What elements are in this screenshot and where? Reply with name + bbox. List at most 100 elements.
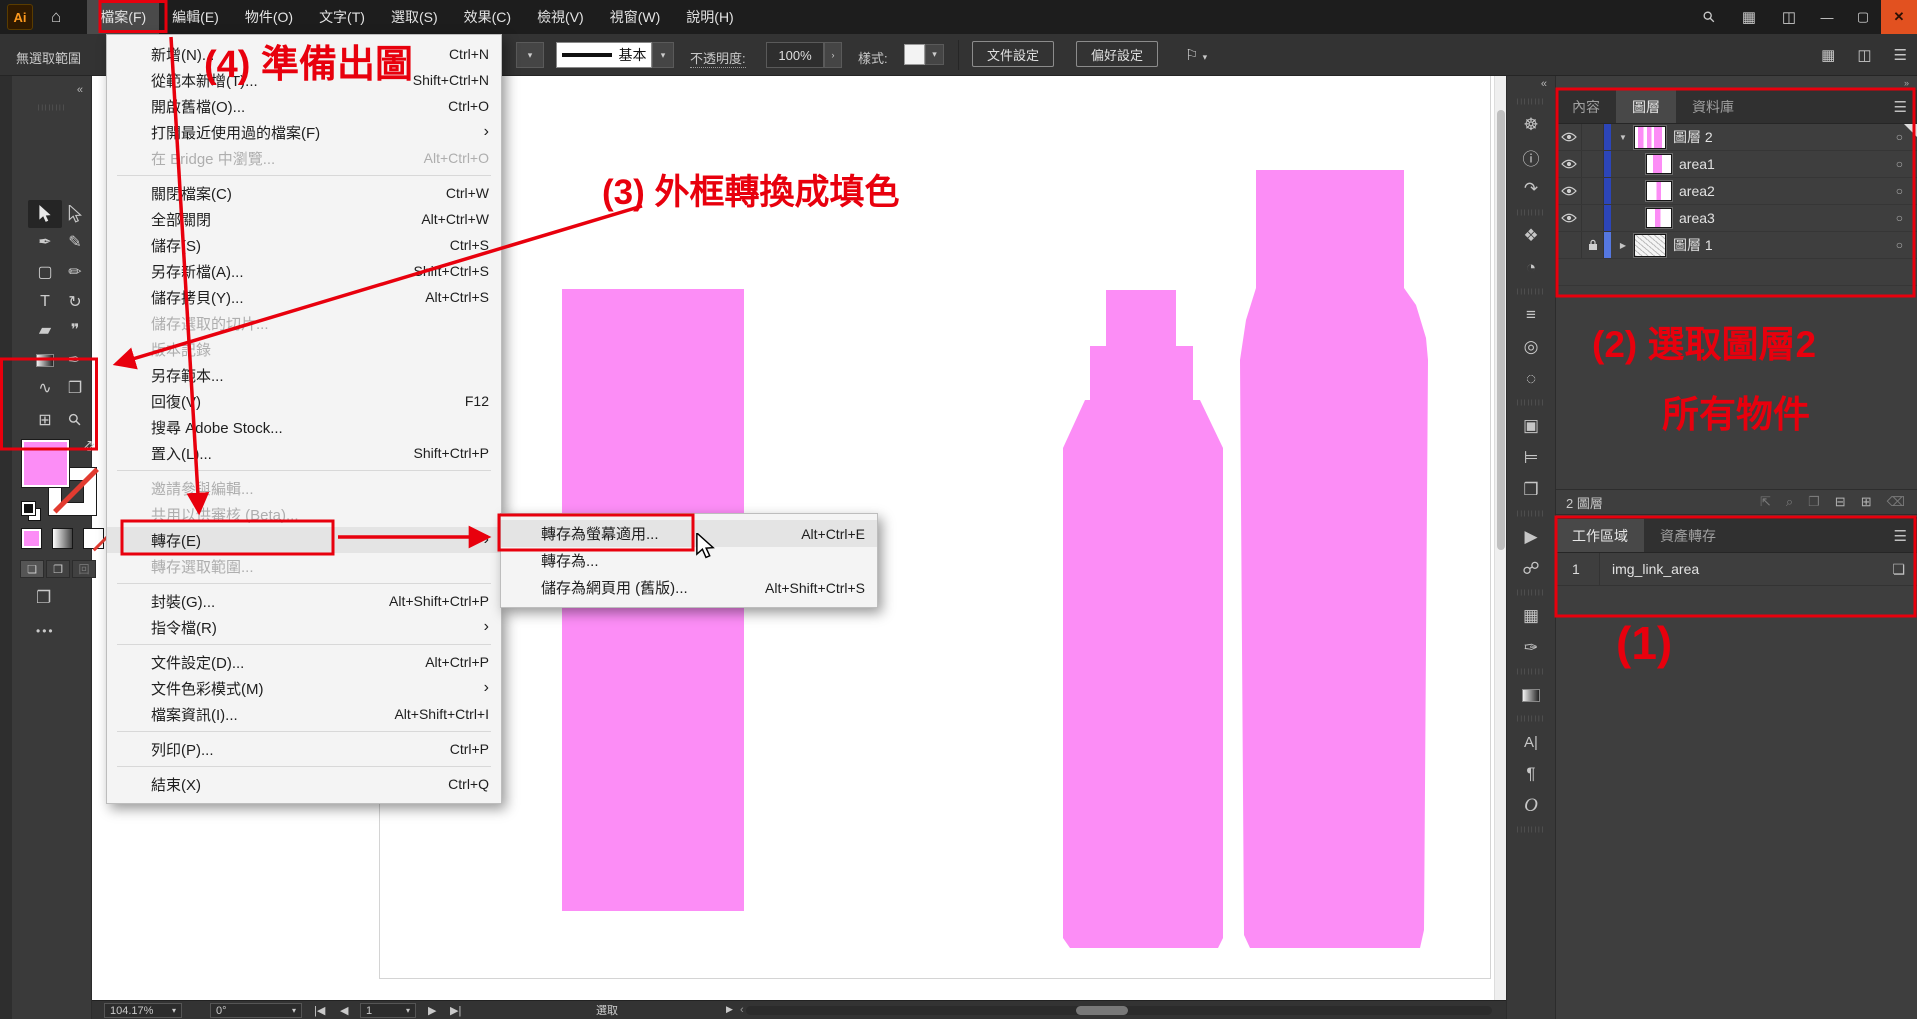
- pathfinder-icon[interactable]: ❒: [1507, 474, 1555, 506]
- stroke-icon[interactable]: ≡: [1507, 299, 1555, 331]
- file-menu-item[interactable]: 開啟舊檔(O)...Ctrl+O: [107, 93, 501, 119]
- opacity-input[interactable]: 100%: [766, 42, 824, 68]
- file-menu-item[interactable]: 文件色彩模式(M)›: [107, 675, 501, 701]
- style-swatch[interactable]: [904, 44, 925, 65]
- rotation-dropdown[interactable]: 0°▾: [210, 1003, 302, 1018]
- layers-menu-icon[interactable]: ☰: [1894, 90, 1917, 123]
- vertical-scrollbar[interactable]: [1494, 76, 1506, 1000]
- file-menu-item[interactable]: 回復(V)F12: [107, 388, 501, 414]
- layer-name-label[interactable]: 圖層 1: [1673, 235, 1713, 255]
- file-menu-item[interactable]: 置入(L)...Shift+Ctrl+P: [107, 440, 501, 466]
- close-button[interactable]: ✕: [1881, 0, 1917, 34]
- opentype-icon[interactable]: O: [1507, 790, 1555, 822]
- zoom-level-dropdown[interactable]: 104.17%▾: [104, 1003, 182, 1018]
- width-tool-icon[interactable]: ∿: [28, 374, 62, 402]
- layer-target-icon[interactable]: ○: [1896, 211, 1903, 225]
- vertical-scrollbar-thumb[interactable]: [1497, 110, 1505, 550]
- arrange-windows-icon[interactable]: ◫: [1769, 8, 1809, 26]
- status-expand-icon[interactable]: ▶: [726, 1004, 733, 1015]
- artboard-page-icon[interactable]: ❏: [1892, 561, 1917, 578]
- collect-for-export-icon[interactable]: ⇱: [1760, 494, 1771, 510]
- artboards-icon[interactable]: ▦: [1507, 600, 1555, 632]
- swatches-icon[interactable]: ❖: [1507, 220, 1555, 252]
- selection-tool-icon[interactable]: [28, 200, 62, 228]
- export-submenu-item[interactable]: 轉存為...: [501, 547, 877, 574]
- visibility-eye-icon[interactable]: [1556, 151, 1582, 177]
- direct-selection-tool-icon[interactable]: [58, 200, 92, 228]
- file-menu-item[interactable]: 另存範本...: [107, 362, 501, 388]
- export-submenu-item[interactable]: 轉存為螢幕適用...Alt+Ctrl+E: [501, 520, 877, 547]
- draw-behind-mode-icon[interactable]: ❐: [46, 560, 70, 578]
- style-chevron-icon[interactable]: ▾: [925, 44, 944, 65]
- comment-tool-icon[interactable]: ❞: [58, 316, 92, 344]
- draw-inside-mode-icon[interactable]: 回: [72, 560, 96, 578]
- first-artboard-button[interactable]: |◀: [314, 1004, 325, 1017]
- new-layer-icon[interactable]: ⊞: [1861, 494, 1872, 510]
- workspace-grid-icon[interactable]: ▦: [1729, 8, 1769, 26]
- transform-icon[interactable]: ▣: [1507, 410, 1555, 442]
- menubar-item-檔案(F)[interactable]: 檔案(F): [87, 0, 159, 34]
- character-icon[interactable]: A|: [1507, 726, 1555, 758]
- file-menu-item[interactable]: 另存新檔(A)...Shift+Ctrl+S: [107, 258, 501, 284]
- file-menu-item[interactable]: 從範本新增(T)...Shift+Ctrl+N: [107, 67, 501, 93]
- lock-icon[interactable]: [1582, 232, 1604, 258]
- align-icon[interactable]: ⊨: [1507, 442, 1555, 474]
- home-icon[interactable]: ⌂: [51, 7, 61, 27]
- layers-tab-圖層[interactable]: 圖層: [1616, 90, 1676, 123]
- rotate-tool-icon[interactable]: ↻: [58, 288, 92, 316]
- layer-thumbnail[interactable]: [1635, 127, 1665, 148]
- file-menu-item[interactable]: 儲存(S)Ctrl+S: [107, 232, 501, 258]
- layer-target-icon[interactable]: ○: [1896, 238, 1903, 252]
- gradient-icon[interactable]: [1507, 679, 1555, 711]
- artboard-number-dropdown[interactable]: 1▾: [360, 1003, 416, 1018]
- make-clipping-mask-icon[interactable]: ❐: [1808, 494, 1820, 510]
- file-menu-item[interactable]: 打開最近使用過的檔案(F)›: [107, 119, 501, 145]
- menubar-item-檢視(V)[interactable]: 檢視(V): [524, 0, 597, 34]
- paragraph-icon[interactable]: ¶: [1507, 758, 1555, 790]
- layer-thumbnail[interactable]: [1647, 209, 1671, 227]
- layer-name-label[interactable]: area2: [1679, 183, 1715, 199]
- gradient-fill-button[interactable]: [52, 528, 73, 549]
- horizontal-scrollbar[interactable]: [746, 1006, 1492, 1015]
- transparency-icon[interactable]: ◎: [1507, 331, 1555, 363]
- file-menu-item[interactable]: 指令檔(R)›: [107, 614, 501, 640]
- layer-row-area2[interactable]: area2 ○: [1556, 178, 1917, 205]
- curvature-tool-icon[interactable]: ✎: [58, 228, 92, 256]
- artboards-menu-icon[interactable]: ☰: [1894, 519, 1917, 552]
- dock-arrange-icon[interactable]: ◫: [1857, 46, 1871, 64]
- none-fill-button[interactable]: [83, 528, 104, 549]
- layer-target-icon[interactable]: ○: [1896, 184, 1903, 198]
- file-menu-item[interactable]: 封裝(G)...Alt+Shift+Ctrl+P: [107, 588, 501, 614]
- shape-builder-tool-icon[interactable]: ❐: [58, 374, 92, 402]
- menubar-item-物件(O)[interactable]: 物件(O): [232, 0, 306, 34]
- layer-thumbnail[interactable]: [1635, 235, 1665, 256]
- layer-name-label[interactable]: area1: [1679, 156, 1715, 172]
- file-menu-item[interactable]: 全部關閉Alt+Ctrl+W: [107, 206, 501, 232]
- fill-color-swatch[interactable]: [22, 440, 69, 487]
- file-menu-item[interactable]: 列印(P)...Ctrl+P: [107, 736, 501, 762]
- artboards-tab-工作區域[interactable]: 工作區域: [1556, 519, 1644, 552]
- pen-tool-icon[interactable]: ✒: [28, 228, 62, 256]
- panel-collapse-icon[interactable]: »: [1556, 76, 1917, 90]
- zoom-tool-icon[interactable]: ⚲: [53, 398, 97, 442]
- layer-thumbnail[interactable]: [1647, 182, 1671, 200]
- type-tool-icon[interactable]: T: [28, 288, 62, 316]
- chevron-right-icon[interactable]: ▶: [1611, 241, 1635, 250]
- draw-normal-mode-icon[interactable]: ❏: [20, 560, 44, 578]
- dock-expand-icon[interactable]: «: [1507, 76, 1555, 94]
- layer-row-area3[interactable]: area3 ○: [1556, 205, 1917, 232]
- screen-mode-icon[interactable]: ❐: [36, 588, 51, 608]
- menubar-item-效果(C)[interactable]: 效果(C): [451, 0, 524, 34]
- menubar-item-視窗(W)[interactable]: 視窗(W): [597, 0, 674, 34]
- file-menu-item[interactable]: 關閉檔案(C)Ctrl+W: [107, 180, 501, 206]
- scrollbar-collapse-icon[interactable]: ‹: [740, 1004, 744, 1016]
- layer-name-label[interactable]: area3: [1679, 210, 1715, 226]
- transform-again-icon[interactable]: ↷: [1507, 173, 1555, 205]
- minimize-button[interactable]: —: [1809, 0, 1845, 34]
- file-menu-item[interactable]: 結束(X)Ctrl+Q: [107, 771, 501, 797]
- menubar-item-說明(H)[interactable]: 說明(H): [673, 0, 746, 34]
- export-submenu-item[interactable]: 儲存為網頁用 (舊版)...Alt+Shift+Ctrl+S: [501, 574, 877, 601]
- gradient-tool-icon[interactable]: [28, 346, 62, 374]
- visibility-eye-icon[interactable]: [1556, 178, 1582, 204]
- eyedropper-tool-icon[interactable]: ✑: [58, 346, 92, 374]
